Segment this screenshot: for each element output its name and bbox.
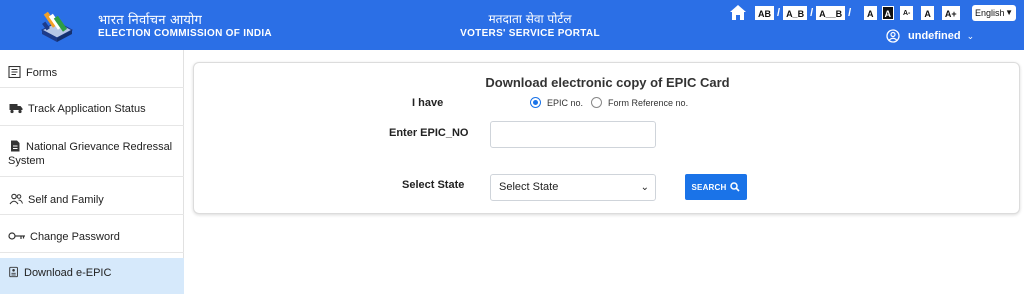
top-header: भारत निर्वाचन आयोग ELECTION COMMISSION O… — [0, 0, 1024, 50]
form-reference-radio[interactable] — [591, 97, 603, 108]
sidebar: Forms Track Application Status National … — [0, 50, 184, 294]
brand-hindi: भारत निर्वाचन आयोग — [98, 13, 203, 28]
id-card-icon — [9, 266, 18, 278]
id-type-radio-group: EPIC no. Form Reference no. — [530, 97, 688, 108]
state-select-value: Select State — [499, 181, 559, 193]
divider — [0, 125, 184, 126]
search-icon — [730, 182, 741, 192]
divider — [0, 176, 184, 177]
sidebar-item-grievance[interactable]: National Grievance Redressal System — [0, 140, 176, 168]
page-title: Download electronic copy of EPIC Card — [485, 75, 730, 90]
epic-no-radio[interactable] — [530, 97, 541, 108]
sidebar-item-label: Change Password — [30, 231, 120, 243]
font-decrease-button[interactable]: A- — [900, 6, 914, 20]
user-menu[interactable]: undefined ⌄ — [886, 29, 974, 43]
epic-no-input[interactable] — [490, 121, 656, 148]
search-button-label: SEARCH — [691, 182, 727, 192]
text-spacing-controls: AB / A_B / A__B / — [755, 6, 854, 20]
state-select[interactable]: Select State ⌄ — [490, 174, 656, 201]
download-epic-card: Download electronic copy of EPIC Card I … — [193, 62, 1020, 214]
i-have-label: I have — [412, 97, 444, 109]
epic-no-radio-label: EPIC no. — [547, 97, 584, 108]
spacing-medium-button[interactable]: A_B — [783, 6, 808, 20]
form-icon — [8, 66, 21, 78]
select-state-label: Select State — [402, 179, 465, 191]
sidebar-item-change-password[interactable]: Change Password — [0, 230, 184, 243]
user-avatar-icon — [886, 29, 900, 43]
eci-logo — [36, 8, 78, 44]
key-icon — [8, 232, 25, 240]
truck-icon — [9, 104, 23, 114]
divider — [0, 87, 184, 88]
language-select[interactable]: English ▼ — [972, 5, 1016, 21]
spacing-large-button[interactable]: A__B — [816, 6, 846, 20]
divider — [0, 214, 184, 215]
divider — [0, 252, 184, 253]
document-icon — [11, 140, 20, 152]
language-value: English — [975, 8, 1005, 18]
font-normal-button[interactable]: A — [921, 6, 934, 20]
contrast-high-button[interactable]: A — [881, 6, 894, 20]
contrast-normal-button[interactable]: A — [864, 6, 877, 20]
portal-title-english: VOTERS' SERVICE PORTAL — [460, 28, 600, 39]
users-icon — [9, 193, 23, 205]
sidebar-item-label: Track Application Status — [28, 103, 146, 115]
chevron-down-icon: ⌄ — [966, 30, 975, 41]
sidebar-item-track-status[interactable]: Track Application Status — [0, 102, 184, 115]
sidebar-item-label: Download e-EPIC — [24, 267, 112, 279]
sidebar-item-download-epic[interactable]: Download e-EPIC — [0, 258, 184, 294]
spacing-normal-button[interactable]: AB — [755, 6, 774, 20]
form-reference-radio-label: Form Reference no. — [608, 97, 689, 108]
user-name: undefined — [908, 30, 961, 42]
sidebar-item-label: Forms — [26, 67, 58, 79]
chevron-down-icon: ▼ — [1005, 8, 1013, 17]
font-increase-button[interactable]: A+ — [941, 6, 960, 20]
contrast-controls: A A — [864, 6, 894, 20]
sidebar-item-forms[interactable]: Forms — [0, 66, 184, 79]
chevron-down-icon: ⌄ — [640, 182, 649, 193]
font-size-controls: A- A A+ — [900, 6, 960, 20]
home-icon[interactable] — [729, 4, 747, 22]
brand-english: ELECTION COMMISSION OF INDIA — [98, 28, 272, 39]
sidebar-item-label: Self and Family — [28, 194, 104, 206]
epic-no-label: Enter EPIC_NO — [389, 127, 469, 139]
portal-title-hindi: मतदाता सेवा पोर्टल — [488, 12, 572, 26]
search-button[interactable]: SEARCH — [685, 174, 747, 200]
sidebar-item-self-family[interactable]: Self and Family — [0, 193, 184, 206]
sidebar-item-label: National Grievance Redressal System — [8, 141, 173, 167]
